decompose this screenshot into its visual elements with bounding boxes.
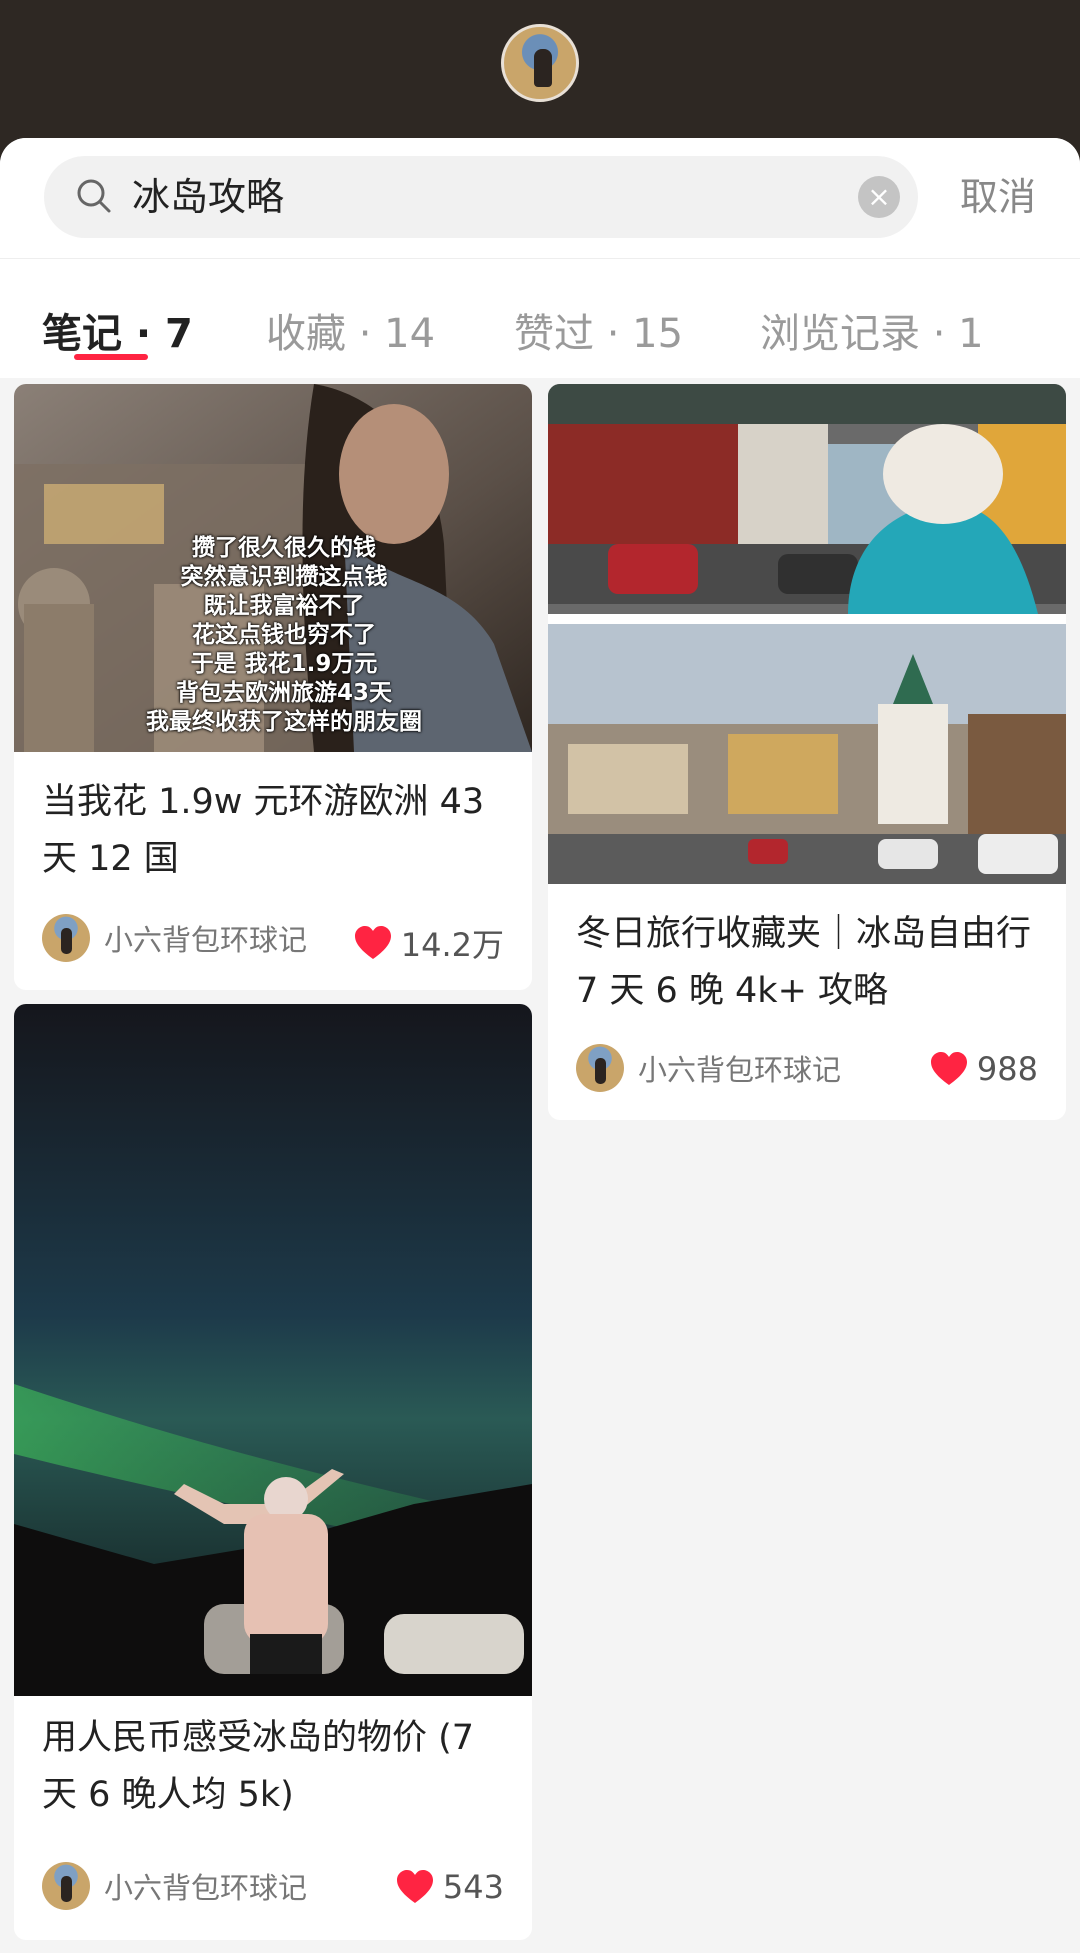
like-count: 14.2万 xyxy=(400,926,504,964)
search-sheet: 冰岛攻略 × 取消 笔记 · 7 收藏 · 14 赞过 · 15 浏览记录 · … xyxy=(0,138,1080,1953)
search-query[interactable]: 冰岛攻略 xyxy=(132,174,284,220)
search-header: 冰岛攻略 × 取消 xyxy=(0,138,1080,258)
note-card[interactable]: 攒了很久很久的钱 突然意识到攒这点钱 既让我富裕不了 花这点钱也穷不了 于是 我… xyxy=(14,384,532,990)
note-card[interactable]: 用人民币感受冰岛的物价 (7 天 6 晚人均 5k) 小六背包环球记 543 xyxy=(14,1004,532,1940)
search-icon xyxy=(77,179,111,213)
caption-line: 突然意识到攒这点钱 xyxy=(180,564,388,590)
note-title[interactable]: 当我花 1.9w 元环游欧洲 43 天 12 国 xyxy=(42,774,512,888)
note-title[interactable]: 冬日旅行收藏夹｜冰岛自由行 7 天 6 晚 4k+ 攻略 xyxy=(576,906,1046,1020)
caption-line: 花这点钱也穷不了 xyxy=(192,622,376,648)
active-tab-indicator xyxy=(74,354,148,360)
heart-icon xyxy=(396,1870,433,1903)
top-bar xyxy=(0,0,1080,140)
note-cover-image xyxy=(548,384,1066,884)
tab-collections[interactable]: 收藏 · 14 xyxy=(266,301,435,359)
heart-icon xyxy=(930,1052,967,1085)
like-count: 988 xyxy=(976,1050,1038,1088)
cover-caption: 攒了很久很久的钱 突然意识到攒这点钱 既让我富裕不了 花这点钱也穷不了 于是 我… xyxy=(84,534,484,737)
author-name: 小六背包环球记 xyxy=(104,923,308,957)
caption-line: 攒了很久很久的钱 xyxy=(192,535,376,561)
author-avatar xyxy=(576,1044,624,1092)
tab-bar: 笔记 · 7 收藏 · 14 赞过 · 15 浏览记录 · 1 xyxy=(0,258,1080,379)
profile-avatar[interactable] xyxy=(501,24,579,102)
note-author[interactable]: 小六背包环球记 xyxy=(42,914,307,962)
note-title[interactable]: 用人民币感受冰岛的物价 (7 天 6 晚人均 5k) xyxy=(42,1710,512,1824)
note-cover-image: 攒了很久很久的钱 突然意识到攒这点钱 既让我富裕不了 花这点钱也穷不了 于是 我… xyxy=(14,384,532,752)
author-name: 小六背包环球记 xyxy=(104,1871,308,1905)
note-author[interactable]: 小六背包环球记 xyxy=(42,1862,307,1910)
tab-notes[interactable]: 笔记 · 7 xyxy=(42,301,193,359)
cancel-button[interactable]: 取消 xyxy=(960,174,1036,220)
caption-line: 于是 我花1.9万元 xyxy=(190,651,378,677)
caption-line: 既让我富裕不了 xyxy=(203,593,365,619)
author-avatar xyxy=(42,1862,90,1910)
like-button[interactable]: 543 xyxy=(395,1868,504,1906)
like-button[interactable]: 988 xyxy=(929,1050,1038,1088)
caption-line: 我最终收获了这样的朋友圈 xyxy=(146,709,422,735)
note-card[interactable]: 冬日旅行收藏夹｜冰岛自由行 7 天 6 晚 4k+ 攻略 小六背包环球记 988 xyxy=(548,384,1066,1120)
heart-icon xyxy=(354,926,391,959)
caption-line: 背包去欧洲旅游43天 xyxy=(175,680,392,706)
like-count: 543 xyxy=(442,1868,504,1906)
author-name: 小六背包环球记 xyxy=(638,1053,842,1087)
author-avatar xyxy=(42,914,90,962)
tab-history[interactable]: 浏览记录 · 1 xyxy=(760,301,984,359)
tab-liked[interactable]: 赞过 · 15 xyxy=(514,301,683,359)
clear-icon[interactable]: × xyxy=(858,176,900,218)
notes-feed: 攒了很久很久的钱 突然意识到攒这点钱 既让我富裕不了 花这点钱也穷不了 于是 我… xyxy=(0,378,1080,1953)
note-author[interactable]: 小六背包环球记 xyxy=(576,1044,841,1092)
search-input[interactable]: 冰岛攻略 × xyxy=(44,156,918,238)
note-cover-image xyxy=(14,1004,532,1696)
like-button[interactable]: 14.2万 xyxy=(353,920,504,966)
